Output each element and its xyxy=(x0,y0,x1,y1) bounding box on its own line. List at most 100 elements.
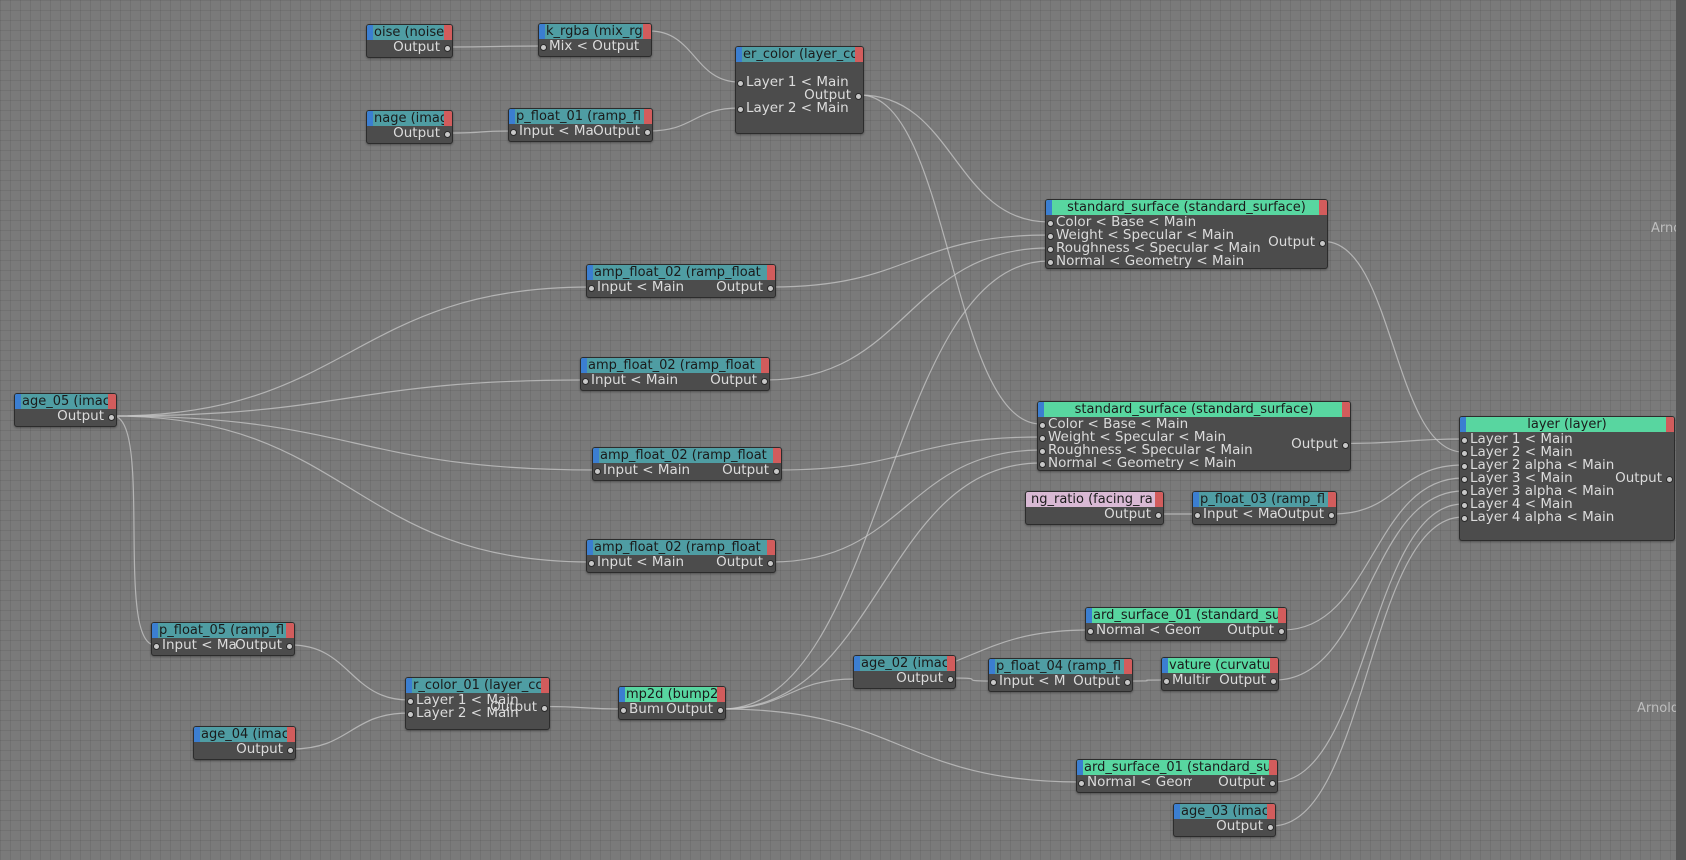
node-ramp-float-01[interactable]: p_float_01 (ramp_fl Input < Ma Output xyxy=(508,108,653,142)
input-port-dot[interactable] xyxy=(1461,502,1468,509)
input-port-dot[interactable] xyxy=(1461,489,1468,496)
node-image-04[interactable]: age_04 (imac Output xyxy=(193,726,296,760)
node-ramp-float-02-a[interactable]: amp_float_02 (ramp_float Input < Main Outp… xyxy=(586,264,776,298)
output-port-dot[interactable] xyxy=(947,676,954,683)
input-port-dot[interactable] xyxy=(1087,628,1094,635)
input-port-dot[interactable] xyxy=(1163,678,1170,685)
node-facing-ratio[interactable]: ng_ratio (facing_ra Output xyxy=(1025,491,1164,525)
connection-wire[interactable] xyxy=(1332,464,1464,515)
node-header[interactable]: p_float_01 (ramp_fl xyxy=(509,109,652,124)
node-header[interactable]: age_03 (imac xyxy=(1174,804,1275,819)
connection-wire[interactable] xyxy=(648,107,740,132)
input-port-dot[interactable] xyxy=(1461,450,1468,457)
input-port-dot[interactable] xyxy=(582,378,589,385)
output-port-dot[interactable] xyxy=(444,131,451,138)
output-port-dot[interactable] xyxy=(1666,476,1673,483)
output-port-dot[interactable] xyxy=(717,707,724,714)
node-header[interactable]: amp_float_02 (ramp_float xyxy=(587,540,775,555)
node-image-top[interactable]: nage (imag Output xyxy=(366,110,453,144)
output-port-dot[interactable] xyxy=(287,747,294,754)
output-port-dot[interactable] xyxy=(1267,824,1274,831)
node-layer-color-top[interactable]: er_color (layer_co Layer 1 < Main Layer 2 … xyxy=(735,46,864,134)
output-port-dot[interactable] xyxy=(761,378,768,385)
output-port-dot[interactable] xyxy=(767,560,774,567)
node-std-surface-01-a[interactable]: ard_surface_01 (standard_suNormal < Geom… xyxy=(1085,607,1287,641)
node-header[interactable]: k_rgba (mix_rgb xyxy=(539,24,651,39)
node-bump2d[interactable]: mp2d (bump2 Bumı Output xyxy=(618,686,726,720)
connection-wire[interactable] xyxy=(765,247,1050,381)
input-port-dot[interactable] xyxy=(990,679,997,686)
node-header[interactable]: r_color_01 (layer_cc xyxy=(406,678,549,693)
input-port-dot[interactable] xyxy=(1039,461,1046,468)
output-port-dot[interactable] xyxy=(855,93,862,100)
node-header[interactable]: standard_surface (standard_surface) xyxy=(1046,200,1327,215)
input-port-dot[interactable] xyxy=(594,468,601,475)
input-port-dot[interactable] xyxy=(588,285,595,292)
connection-wire[interactable] xyxy=(448,130,513,134)
connection-wire[interactable] xyxy=(771,234,1050,288)
output-port-dot[interactable] xyxy=(1269,780,1276,787)
node-image-02[interactable]: age_02 (imac Output xyxy=(853,655,956,689)
output-port-dot[interactable] xyxy=(1328,512,1335,519)
input-port-dot[interactable] xyxy=(1078,780,1085,787)
node-header[interactable]: standard_surface (standard_surface) xyxy=(1038,402,1350,417)
connection-wire[interactable] xyxy=(859,94,1042,425)
output-port-dot[interactable] xyxy=(1124,679,1131,686)
node-header[interactable]: p_float_05 (ramp_fl xyxy=(152,623,294,638)
input-port-dot[interactable] xyxy=(540,44,547,51)
node-header[interactable]: nage (imag xyxy=(367,111,452,126)
node-header[interactable]: oise (noise xyxy=(367,25,452,40)
output-port-dot[interactable] xyxy=(108,414,115,421)
input-port-dot[interactable] xyxy=(153,643,160,650)
output-port-dot[interactable] xyxy=(1342,441,1349,449)
connection-wire[interactable] xyxy=(112,379,585,417)
node-layer-color-01[interactable]: r_color_01 (layer_cc Layer 1 < Main Layer … xyxy=(405,677,550,730)
node-image-03[interactable]: age_03 (imac Output xyxy=(1173,803,1276,837)
connection-wire[interactable] xyxy=(448,45,543,48)
output-port-dot[interactable] xyxy=(541,704,548,712)
output-port-dot[interactable] xyxy=(1155,512,1162,519)
input-port-dot[interactable] xyxy=(1039,422,1046,429)
node-ramp-float-03[interactable]: p_float_03 (ramp_fl Input < Ma Output xyxy=(1192,491,1337,525)
input-port-dot[interactable] xyxy=(737,106,744,113)
node-header[interactable]: amp_float_02 (ramp_float xyxy=(593,448,781,463)
output-port-dot[interactable] xyxy=(767,285,774,292)
connection-wire[interactable] xyxy=(951,677,993,682)
node-header[interactable]: p_float_04 (ramp_fl xyxy=(989,659,1132,674)
node-ramp-float-02-c[interactable]: amp_float_02 (ramp_float Input < Main Outp… xyxy=(592,447,782,481)
output-port-dot[interactable] xyxy=(644,129,651,136)
node-header[interactable]: ard_surface_01 (standard_su xyxy=(1077,760,1277,775)
node-image-05[interactable]: age_05 (imac Output xyxy=(14,393,117,427)
output-port-dot[interactable] xyxy=(444,45,451,52)
output-port-dot[interactable] xyxy=(773,468,780,475)
output-port-dot[interactable] xyxy=(1319,239,1326,247)
input-port-dot[interactable] xyxy=(1047,220,1054,227)
input-port-dot[interactable] xyxy=(1194,512,1201,519)
connection-wire[interactable] xyxy=(112,415,597,471)
node-header[interactable]: er_color (layer_co xyxy=(736,47,863,62)
input-port-dot[interactable] xyxy=(510,129,517,136)
node-header[interactable]: amp_float_02 (ramp_float xyxy=(587,265,775,280)
input-port-dot[interactable] xyxy=(1047,259,1054,266)
connection-wire[interactable] xyxy=(545,705,623,710)
node-ramp-float-04[interactable]: p_float_04 (ramp_fl Input < M Output xyxy=(988,658,1133,692)
node-ramp-float-02-d[interactable]: amp_float_02 (ramp_float Input < Main Outp… xyxy=(586,539,776,573)
output-port-dot[interactable] xyxy=(1270,678,1277,685)
node-header[interactable]: mp2d (bump2 xyxy=(619,687,725,702)
node-header[interactable]: ng_ratio (facing_ra xyxy=(1026,492,1163,507)
node-header[interactable]: amp_float_02 (ramp_float xyxy=(581,358,769,373)
connection-wire[interactable] xyxy=(721,260,1050,710)
connection-wire[interactable] xyxy=(1128,679,1166,682)
node-ramp-float-02-b[interactable]: amp_float_02 (ramp_float Input < Main Outp… xyxy=(580,357,770,391)
node-header[interactable]: age_02 (imac xyxy=(854,656,955,671)
connection-wire[interactable] xyxy=(1273,503,1464,783)
output-port-dot[interactable] xyxy=(286,643,293,650)
node-noise[interactable]: oise (noise Output xyxy=(366,24,453,58)
connection-wire[interactable] xyxy=(291,712,410,750)
connection-wire[interactable] xyxy=(112,415,591,563)
node-header[interactable]: vature (curvatu xyxy=(1162,658,1278,673)
node-layer[interactable]: layer (layer) Layer 1 < Main Layer 2 < Mai… xyxy=(1459,416,1675,541)
output-port-dot[interactable] xyxy=(1278,628,1285,635)
connection-wire[interactable] xyxy=(290,644,410,701)
input-port-dot[interactable] xyxy=(737,80,744,87)
